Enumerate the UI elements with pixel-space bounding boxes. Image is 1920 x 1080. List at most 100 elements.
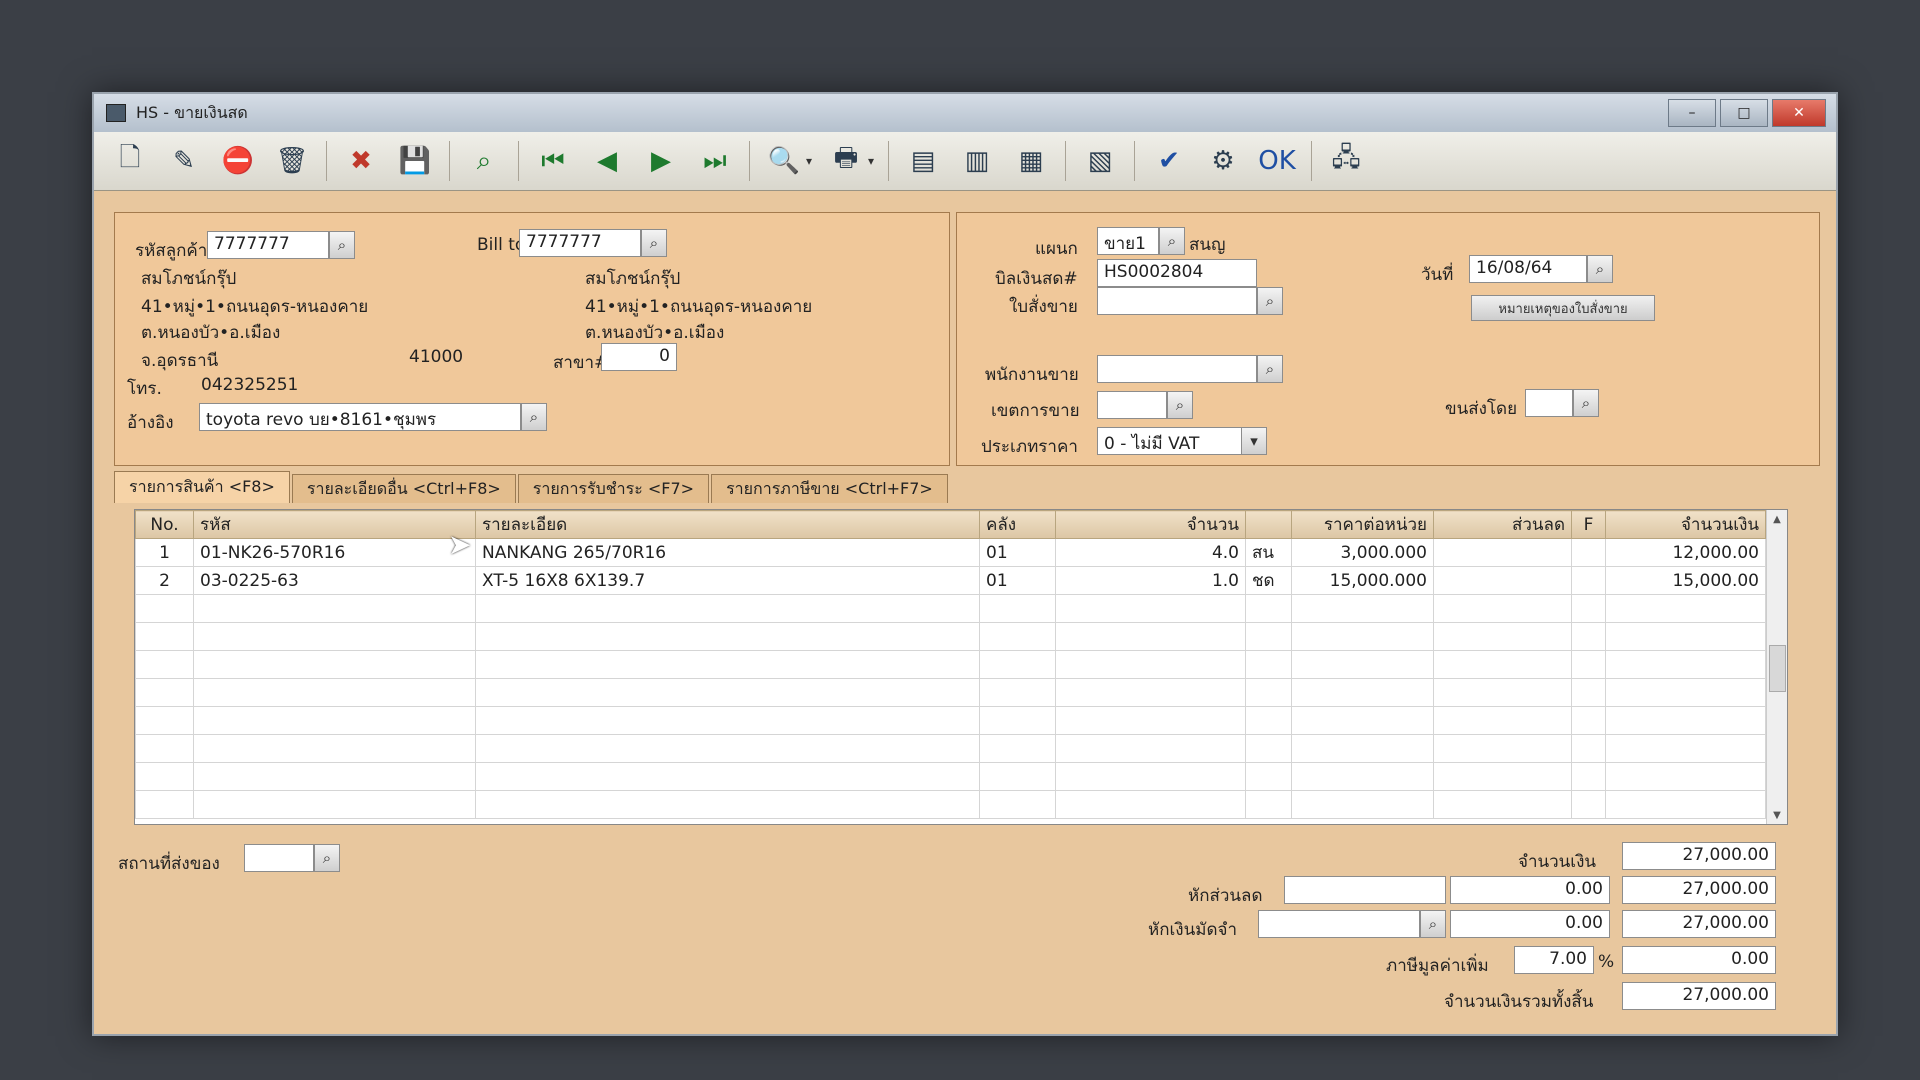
grid-scrollbar[interactable]: ▲ ▼ <box>1766 510 1787 824</box>
table-cell[interactable] <box>1291 706 1434 735</box>
deposit-value[interactable]: 0.00 <box>1450 910 1610 938</box>
table-cell[interactable]: 1.0 <box>1055 566 1246 595</box>
table-cell[interactable] <box>1055 650 1246 679</box>
discount-value[interactable]: 0.00 <box>1450 876 1610 904</box>
column-header[interactable]: No. <box>135 510 194 539</box>
search-records-icon[interactable]: ⌕ <box>464 141 504 181</box>
table-cell[interactable] <box>193 678 476 707</box>
table-cell[interactable]: 2 <box>135 566 194 595</box>
table-cell[interactable] <box>475 762 980 791</box>
table-cell[interactable] <box>1605 706 1766 735</box>
table-cell[interactable] <box>1605 734 1766 763</box>
tab-1[interactable]: รายละเอียดอื่น <Ctrl+F8> <box>291 474 516 503</box>
table-cell[interactable] <box>135 790 194 819</box>
table-cell[interactable] <box>1291 734 1434 763</box>
table-row[interactable] <box>135 762 1766 791</box>
salesman-input[interactable] <box>1097 355 1257 383</box>
table-cell[interactable] <box>1055 594 1246 623</box>
minimize-button[interactable]: – <box>1668 99 1716 127</box>
table-cell[interactable] <box>135 706 194 735</box>
table-cell[interactable] <box>1055 734 1246 763</box>
table-cell[interactable] <box>475 594 980 623</box>
network-icon[interactable]: 🖧 <box>1326 141 1366 181</box>
table-cell[interactable] <box>1605 678 1766 707</box>
dropdown-arrow-icon[interactable]: ▾ <box>806 154 812 168</box>
report-3-icon[interactable]: ▦ <box>1011 141 1051 181</box>
table-cell[interactable] <box>475 678 980 707</box>
table-cell[interactable] <box>979 762 1056 791</box>
table-cell[interactable] <box>979 678 1056 707</box>
calendar-icon[interactable]: ⌕ <box>1587 255 1613 283</box>
save-icon[interactable]: 💾 <box>395 141 435 181</box>
table-cell[interactable]: ชด <box>1245 566 1292 595</box>
table-cell[interactable] <box>1055 762 1246 791</box>
table-cell[interactable] <box>1055 622 1246 651</box>
table-cell[interactable] <box>193 650 476 679</box>
discount-text-input[interactable] <box>1284 876 1446 904</box>
table-cell[interactable]: 01 <box>979 538 1056 567</box>
column-header[interactable]: คลัง <box>979 510 1056 539</box>
table-cell[interactable] <box>475 622 980 651</box>
column-header[interactable]: ส่วนลด <box>1433 510 1572 539</box>
table-cell[interactable] <box>1433 678 1572 707</box>
column-header[interactable] <box>1245 510 1292 539</box>
tab-2[interactable]: รายการรับชำระ <F7> <box>517 474 710 503</box>
reference-search-icon[interactable]: ⌕ <box>521 403 547 431</box>
table-cell[interactable] <box>1291 622 1434 651</box>
scroll-up-icon[interactable]: ▲ <box>1767 510 1787 528</box>
tab-3[interactable]: รายการภาษีขาย <Ctrl+F7> <box>711 474 948 503</box>
column-header[interactable]: รหัส <box>193 510 476 539</box>
print-icon[interactable]: 🖶 <box>826 141 866 181</box>
table-cell[interactable]: 03-0225-63 <box>193 566 476 595</box>
sales-order-input[interactable] <box>1097 287 1257 315</box>
table-cell[interactable] <box>1291 594 1434 623</box>
table-row[interactable]: 2 03-0225-63 XT-5 16X8 6X139.7 01 1.0 ชด 15,00… <box>135 566 1766 595</box>
table-cell[interactable] <box>1291 790 1434 819</box>
vat-rate-input[interactable]: 7.00 <box>1514 946 1594 974</box>
new-icon[interactable]: 🗋 <box>110 141 150 181</box>
ship-by-search-icon[interactable]: ⌕ <box>1573 389 1599 417</box>
next-record-icon[interactable]: ▶ <box>641 141 681 181</box>
table-cell[interactable] <box>193 762 476 791</box>
department-input[interactable]: ขาย1 <box>1097 227 1159 255</box>
table-cell[interactable] <box>1245 650 1292 679</box>
table-cell[interactable] <box>1433 538 1572 567</box>
table-cell[interactable] <box>1245 678 1292 707</box>
column-header[interactable]: F <box>1571 510 1606 539</box>
table-cell[interactable] <box>1055 678 1246 707</box>
table-cell[interactable]: 15,000.00 <box>1605 566 1766 595</box>
table-cell[interactable] <box>1433 594 1572 623</box>
table-cell[interactable] <box>979 790 1056 819</box>
table-cell[interactable] <box>1571 622 1606 651</box>
table-cell[interactable] <box>1571 650 1606 679</box>
table-cell[interactable] <box>475 706 980 735</box>
salesman-search-icon[interactable]: ⌕ <box>1257 355 1283 383</box>
table-cell[interactable] <box>1605 650 1766 679</box>
delivery-place-search-icon[interactable]: ⌕ <box>314 844 340 872</box>
table-cell[interactable] <box>1605 622 1766 651</box>
dropdown-arrow-icon[interactable]: ▾ <box>868 154 874 168</box>
scroll-down-icon[interactable]: ▼ <box>1767 806 1787 824</box>
table-cell[interactable] <box>475 650 980 679</box>
table-row[interactable] <box>135 594 1766 623</box>
customer-search-icon[interactable]: ⌕ <box>329 231 355 259</box>
chevron-down-icon[interactable]: ▾ <box>1241 427 1267 455</box>
branch-input[interactable]: 0 <box>601 343 677 371</box>
table-cell[interactable]: 15,000.000 <box>1291 566 1434 595</box>
table-cell[interactable] <box>135 650 194 679</box>
maximize-button[interactable]: □ <box>1720 99 1768 127</box>
tab-0[interactable]: รายการสินค้า <F8> <box>114 471 290 503</box>
report-2-icon[interactable]: ▥ <box>957 141 997 181</box>
table-row[interactable] <box>135 678 1766 707</box>
table-cell[interactable]: NANKANG 265/70R16 <box>475 538 980 567</box>
table-cell[interactable] <box>1571 790 1606 819</box>
table-cell[interactable]: 3,000.000 <box>1291 538 1434 567</box>
table-row[interactable]: 1 01-NK26-570R16 NANKANG 265/70R16 01 4.0 สน 3… <box>135 538 1766 567</box>
table-cell[interactable] <box>1571 538 1606 567</box>
items-grid[interactable]: No. รหัส รายละเอียด คลัง จำนวน ราคาต่อหน่วย ส่… <box>134 509 1788 825</box>
column-header[interactable]: รายละเอียด <box>475 510 980 539</box>
table-cell[interactable] <box>1291 678 1434 707</box>
table-cell[interactable] <box>1571 762 1606 791</box>
table-cell[interactable]: 12,000.00 <box>1605 538 1766 567</box>
table-cell[interactable] <box>1433 650 1572 679</box>
